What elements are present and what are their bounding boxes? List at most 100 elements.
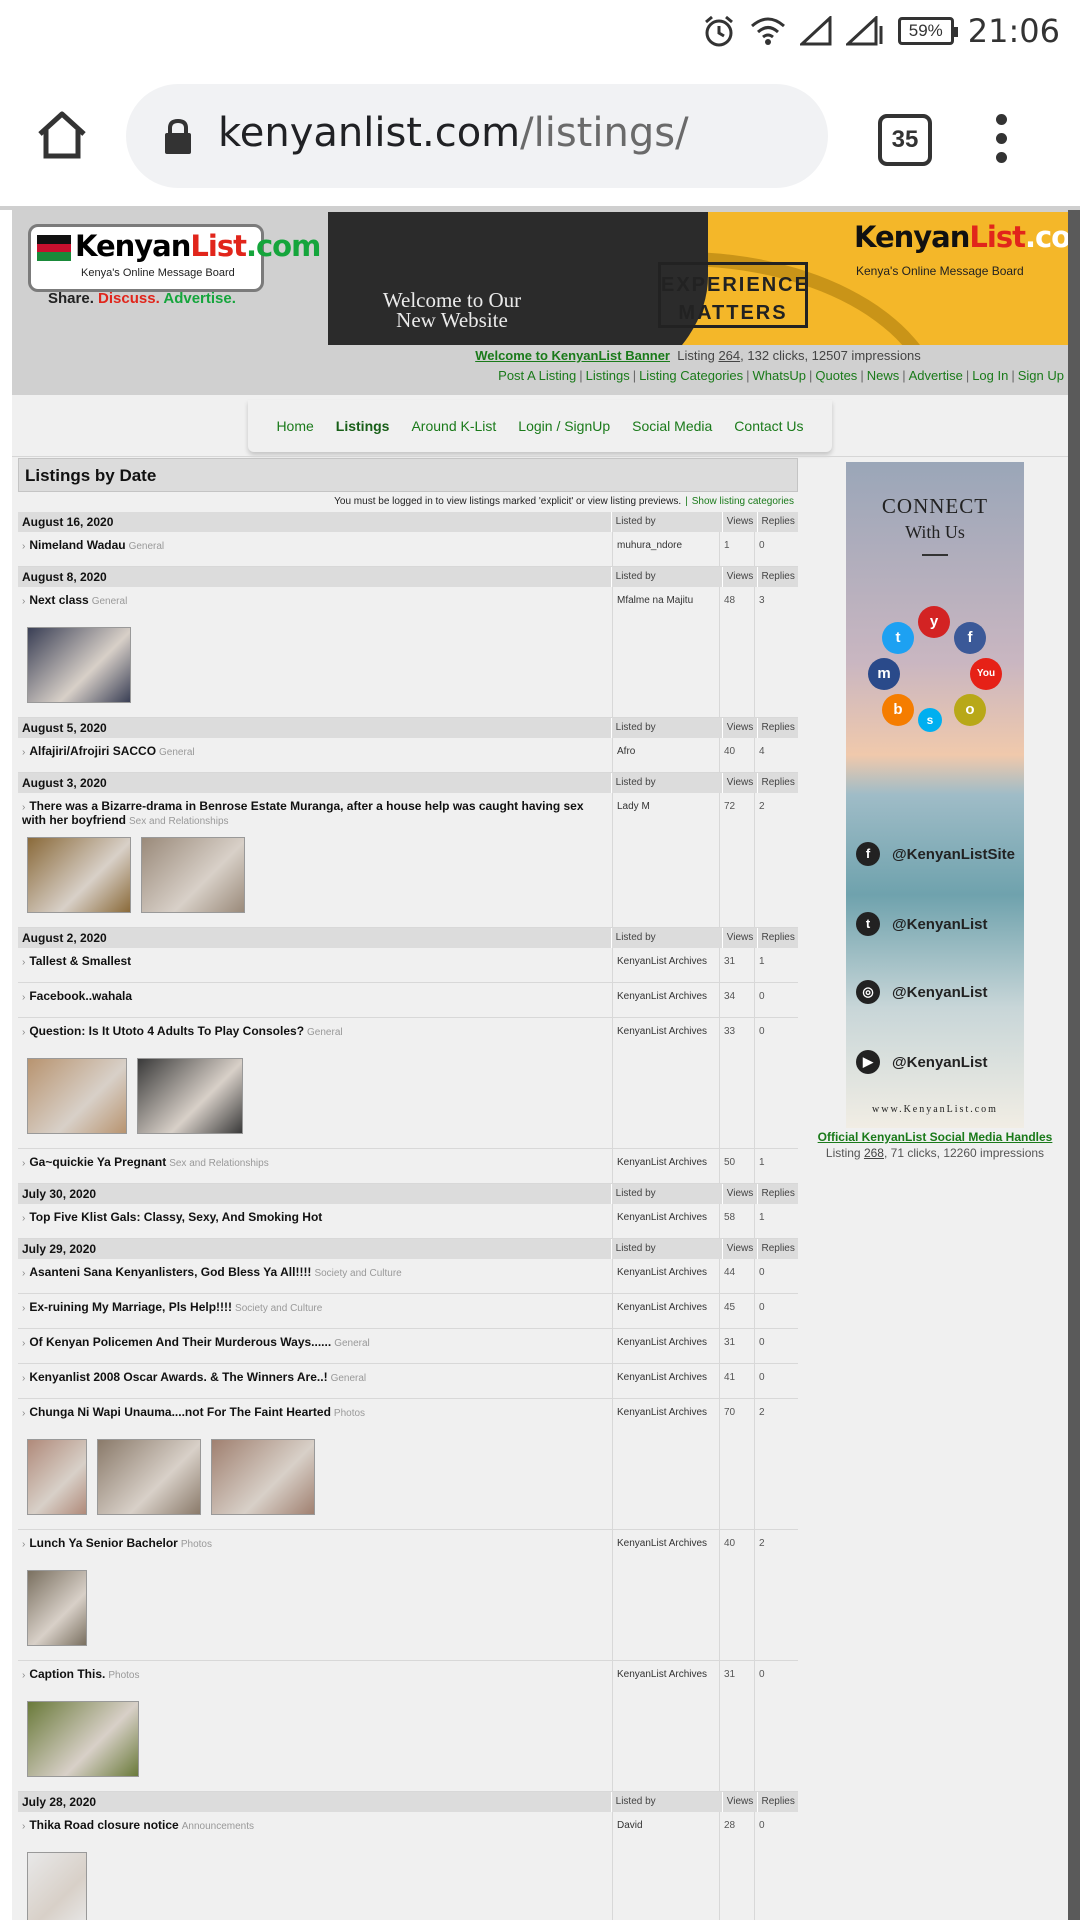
nav-login-signup[interactable]: Login / SignUp (518, 418, 610, 434)
top-link-log-in[interactable]: Log In (972, 368, 1008, 383)
facebook-icon: f (856, 842, 880, 866)
top-link-listings[interactable]: Listings (586, 368, 630, 383)
social-handle-text: @KenyanList (892, 915, 988, 933)
nav-listings[interactable]: Listings (336, 418, 390, 434)
show-categories-link[interactable]: Show listing categories (692, 496, 794, 507)
date-header-row: July 30, 2020 Listed by Views Replies (18, 1184, 798, 1204)
address-bar[interactable]: kenyanlist.com/listings/ (126, 84, 828, 188)
column-header-listed-by: Listed by (610, 1239, 722, 1259)
listing-thumbnail-image[interactable] (97, 1439, 201, 1515)
social-handle: f @KenyanListSite (856, 842, 1015, 866)
side-listing-number[interactable]: 268 (864, 1146, 884, 1160)
instagram-icon: ◎ (856, 980, 880, 1004)
listed-by: KenyanList Archives (612, 1530, 719, 1660)
top-link-sign-up[interactable]: Sign Up (1018, 368, 1064, 383)
listing-title-line: › Asanteni Sana Kenyanlisters, God Bless … (22, 1265, 608, 1289)
listing-title-link[interactable]: Question: Is It Utoto 4 Adults To Play C… (29, 1024, 304, 1038)
listing-title-link[interactable]: Chunga Ni Wapi Unauma....not For The Fai… (29, 1405, 331, 1419)
listing-category: Society and Culture (314, 1268, 402, 1279)
replies-count: 0 (754, 1259, 794, 1293)
top-link-advertise[interactable]: Advertise (909, 368, 963, 383)
date-header-row: July 29, 2020 Listed by Views Replies (18, 1239, 798, 1259)
listing-cell: › Alfajiri/Afrojiri SACCO General (18, 738, 612, 772)
listing-title-link[interactable]: Of Kenyan Policemen And Their Murderous … (29, 1335, 331, 1349)
listing-title-link[interactable]: Tallest & Smallest (29, 954, 131, 968)
listing-row: › Thika Road closure notice Announcements D… (18, 1812, 798, 1920)
listed-by: KenyanList Archives (612, 1329, 719, 1363)
views-count: 58 (719, 1204, 754, 1238)
listing-title-link[interactable]: Thika Road closure notice (29, 1818, 178, 1832)
listing-row: › Question: Is It Utoto 4 Adults To Play … (18, 1018, 798, 1149)
listing-thumbnail-image[interactable] (27, 1570, 87, 1646)
listing-title-link[interactable]: Ex-ruining My Marriage, Pls Help!!!! (29, 1300, 232, 1314)
nav-social-media[interactable]: Social Media (632, 418, 712, 434)
listing-title-link[interactable]: Kenyanlist 2008 Oscar Awards. & The Winn… (29, 1370, 327, 1384)
listing-thumbnail-image[interactable] (27, 1058, 127, 1134)
listing-thumbnail-image[interactable] (27, 1701, 139, 1777)
listing-title-link[interactable]: Alfajiri/Afrojiri SACCO (29, 744, 156, 758)
top-link-whatsup[interactable]: WhatsUp (753, 368, 806, 383)
listing-title-link[interactable]: Top Five Klist Gals: Classy, Sexy, And S… (29, 1210, 322, 1224)
top-links: Post A Listing | Listings | Listing Categori… (498, 368, 1064, 383)
top-link-news[interactable]: News (867, 368, 900, 383)
views-count: 28 (719, 1812, 754, 1920)
date-header-row: August 16, 2020 Listed by Views Replies (18, 512, 798, 532)
separator: | (860, 368, 864, 383)
url-text: kenyanlist.com/listings/ (218, 110, 689, 156)
nav-contact-us[interactable]: Contact Us (734, 418, 803, 434)
lock-icon (165, 118, 191, 154)
listing-thumbnail-image[interactable] (27, 837, 131, 913)
listing-category: General (128, 541, 165, 552)
blogger-icon: b (882, 694, 914, 726)
yelp-icon: y (918, 606, 950, 638)
chevron-right-icon: › (22, 541, 26, 552)
listing-cell: › Kenyanlist 2008 Oscar Awards. & The Win… (18, 1364, 612, 1398)
listing-title-link[interactable]: Asanteni Sana Kenyanlisters, God Bless Y… (29, 1265, 311, 1279)
listed-by: KenyanList Archives (612, 1399, 719, 1529)
listing-date: July 28, 2020 (22, 1795, 97, 1809)
banner-link[interactable]: Welcome to KenyanList Banner (475, 348, 670, 363)
browser-menu-button[interactable] (996, 114, 1007, 171)
browser-toolbar: kenyanlist.com/listings/ 35 (0, 64, 1080, 210)
listing-title-line: › Of Kenyan Policemen And Their Murderous… (22, 1335, 608, 1359)
top-link-listing-categories[interactable]: Listing Categories (639, 368, 743, 383)
header-banner-ad[interactable]: Welcome to Our New Website EXPERIENCE MA… (328, 212, 1068, 345)
top-link-post-a-listing[interactable]: Post A Listing (498, 368, 576, 383)
tab-switcher-button[interactable]: 35 (878, 114, 932, 166)
replies-count: 1 (754, 1204, 794, 1238)
listing-title-link[interactable]: Nimeland Wadau (29, 538, 125, 552)
web-page: KenyanList.com Kenya's Online Message Bo… (12, 210, 1068, 1920)
separator: | (632, 368, 637, 383)
listing-title-link[interactable]: Next class (29, 593, 88, 607)
social-media-ad[interactable]: CONNECT With Us y t f m You b s o f @Keny… (846, 462, 1024, 1128)
home-button[interactable] (36, 110, 88, 165)
listing-date: August 8, 2020 (22, 570, 107, 584)
site-logo[interactable]: KenyanList.com Kenya's Online Message Bo… (28, 224, 321, 292)
listing-title-link[interactable]: There was a Bizarre-drama in Benrose Est… (22, 799, 584, 827)
youtube-icon: You (970, 658, 1002, 690)
listing-row: › Alfajiri/Afrojiri SACCO General Afro 40 4 (18, 738, 798, 773)
listing-category: Photos (333, 1408, 366, 1419)
listing-title-link[interactable]: Lunch Ya Senior Bachelor (29, 1536, 178, 1550)
ad-with-us-text: With Us (905, 522, 965, 542)
banner-listing-number[interactable]: 264 (718, 348, 740, 363)
listing-title-link[interactable]: Ga~quickie Ya Pregnant (29, 1155, 166, 1169)
listing-thumbnail-image[interactable] (141, 837, 245, 913)
listings-section: Listings by Date You must be logged in t… (18, 458, 798, 1920)
scrollbar-track[interactable] (1068, 210, 1080, 1920)
listing-thumbnail-image[interactable] (27, 1852, 87, 1920)
listing-title-link[interactable]: Caption This. (29, 1667, 105, 1681)
chevron-right-icon: › (22, 992, 26, 1003)
social-handles-link[interactable]: Official KenyanList Social Media Handles (818, 1130, 1053, 1144)
views-count: 31 (719, 1661, 754, 1791)
separator: | (965, 368, 970, 383)
replies-count: 3 (754, 587, 794, 717)
listing-thumbnail-image[interactable] (27, 1439, 87, 1515)
listing-thumbnail-image[interactable] (137, 1058, 243, 1134)
listing-thumbnail-image[interactable] (27, 627, 131, 703)
nav-around-k-list[interactable]: Around K-List (411, 418, 496, 434)
listing-thumbnail-image[interactable] (211, 1439, 315, 1515)
listing-title-link[interactable]: Facebook..wahala (29, 989, 132, 1003)
top-link-quotes[interactable]: Quotes (815, 368, 857, 383)
nav-home[interactable]: Home (276, 418, 313, 434)
